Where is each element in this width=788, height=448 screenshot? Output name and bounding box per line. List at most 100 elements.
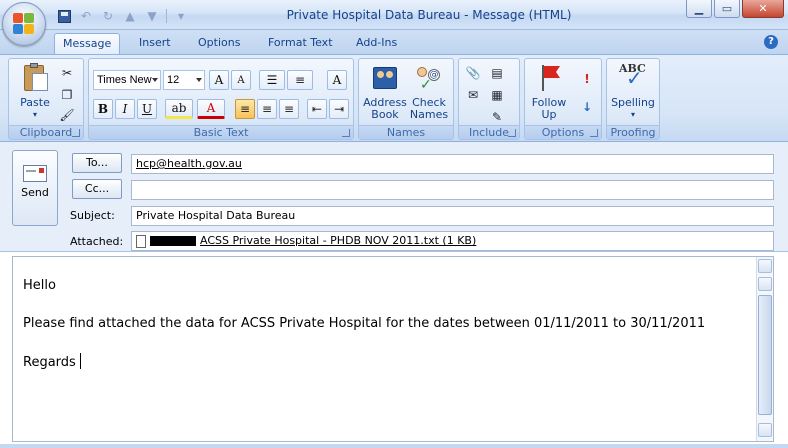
basic-text-label: Basic Text — [89, 125, 353, 139]
address-book-button[interactable]: Address Book — [361, 63, 409, 121]
down-arrow-icon[interactable]: ▼ — [144, 8, 160, 24]
font-size-value: 12 — [167, 74, 180, 86]
close-button[interactable]: ✕ — [742, 0, 784, 18]
font-color-button[interactable]: A — [197, 99, 225, 119]
to-button[interactable]: To... — [72, 153, 122, 173]
proofing-label: Proofing — [607, 125, 659, 139]
tab-insert[interactable]: Insert — [131, 33, 179, 54]
quick-access-toolbar: ↶ ↻ ▲ ▼ ▾ — [56, 7, 189, 25]
attach-item-icon[interactable]: ✉ — [463, 85, 483, 105]
tab-add-ins[interactable]: Add-Ins — [348, 33, 405, 54]
subject-label: Subject: — [70, 209, 115, 222]
attached-label: Attached: — [70, 235, 124, 248]
names-label: Names — [359, 125, 453, 139]
font-name-value: Times New — [97, 74, 152, 86]
proofing-group: ABC ✓ Spelling ▾ Proofing — [606, 58, 660, 140]
paste-icon — [20, 63, 50, 93]
grow-font-button[interactable]: A — [209, 70, 229, 90]
help-icon[interactable]: ? — [764, 35, 778, 49]
underline-button[interactable]: U — [137, 99, 157, 119]
cc-field[interactable] — [131, 180, 774, 200]
text-file-icon — [136, 234, 146, 248]
spelling-icon: ABC ✓ — [619, 62, 646, 90]
to-field[interactable]: hcp@health.gov.au — [131, 154, 774, 174]
bullets-button[interactable]: ☰ — [259, 70, 285, 90]
ruler-toggle-icon[interactable] — [758, 259, 772, 273]
message-body[interactable]: Hello Please find attached the data for … — [12, 256, 774, 442]
clipboard-group: Paste ▾ ✂ ❐ 🖌 Clipboard — [8, 58, 84, 140]
decrease-indent-button[interactable]: ⇤ — [307, 99, 327, 119]
calendar-icon[interactable]: ▦ — [487, 85, 507, 105]
office-button[interactable] — [2, 2, 46, 46]
send-button[interactable]: Send — [12, 150, 58, 226]
customize-qat-icon[interactable]: ▾ — [173, 8, 189, 24]
align-right-button[interactable]: ≡ — [279, 99, 299, 119]
maximize-button[interactable]: ▭ — [714, 0, 740, 18]
attachment-link[interactable]: ACSS Private Hospital - PHDB NOV 2011.tx… — [200, 232, 476, 250]
numbering-button[interactable]: ≡ — [287, 70, 313, 90]
business-card-icon[interactable]: ▤ — [487, 63, 507, 83]
body-greeting: Hello — [23, 278, 56, 293]
increase-indent-button[interactable]: ⇥ — [329, 99, 349, 119]
ribbon: Paste ▾ ✂ ❐ 🖌 Clipboard Times New 12 A A… — [0, 54, 788, 142]
office-logo-icon — [13, 13, 35, 35]
italic-button[interactable]: I — [115, 99, 135, 119]
cut-icon[interactable]: ✂ — [57, 63, 77, 83]
body-signoff: Regards — [23, 353, 81, 370]
include-launcher-icon[interactable] — [508, 129, 516, 137]
align-left-button[interactable]: ≡ — [235, 99, 255, 119]
send-label: Send — [21, 186, 49, 199]
shrink-font-button[interactable]: A — [231, 70, 251, 90]
body-signoff-text: Regards — [23, 355, 76, 370]
redacted-block — [150, 236, 196, 246]
spelling-button[interactable]: ABC ✓ Spelling ▾ — [609, 63, 657, 121]
vertical-scrollbar[interactable] — [756, 257, 773, 441]
scroll-thumb[interactable] — [758, 295, 772, 415]
signature-icon[interactable]: ✎ — [487, 107, 507, 127]
flag-icon — [534, 63, 564, 93]
address-book-icon — [370, 63, 400, 93]
follow-up-button[interactable]: Follow Up — [527, 63, 571, 121]
redo-icon[interactable]: ↻ — [100, 8, 116, 24]
tab-message[interactable]: Message — [54, 33, 121, 54]
attached-field[interactable]: ACSS Private Hospital - PHDB NOV 2011.tx… — [131, 231, 774, 251]
tab-format-text[interactable]: Format Text — [260, 33, 341, 54]
title-bar: ↶ ↻ ▲ ▼ ▾ Private Hospital Data Bureau -… — [0, 0, 788, 30]
font-name-combo[interactable]: Times New — [93, 70, 161, 90]
highlight-button[interactable]: ab — [165, 99, 193, 119]
scroll-down-button[interactable] — [758, 423, 772, 437]
window-controls: ▁ ▭ ✕ — [686, 0, 784, 18]
format-painter-icon[interactable]: 🖌 — [57, 105, 77, 125]
align-center-button[interactable]: ≡ — [257, 99, 277, 119]
address-book-label-2: Book — [371, 108, 399, 121]
attach-file-icon[interactable]: 📎 — [463, 63, 483, 83]
tab-options[interactable]: Options — [190, 33, 248, 54]
up-arrow-icon[interactable]: ▲ — [122, 8, 138, 24]
save-icon[interactable] — [56, 8, 72, 24]
check-names-icon: @ ✓ — [414, 63, 444, 93]
high-importance-icon[interactable]: ! — [577, 69, 597, 89]
bold-button[interactable]: B — [93, 99, 113, 119]
copy-icon[interactable]: ❐ — [57, 85, 77, 105]
basic-text-group: Times New 12 A A ☰ ≡ A B I U ab A ≡ ≡ ≡ … — [88, 58, 354, 140]
subject-field[interactable]: Private Hospital Data Bureau — [131, 206, 774, 226]
clipboard-launcher-icon[interactable] — [72, 129, 80, 137]
low-importance-icon[interactable]: ↓ — [577, 97, 597, 117]
ribbon-tabs: Message Insert Options Format Text Add-I… — [0, 30, 788, 54]
window-title: Private Hospital Data Bureau - Message (… — [286, 8, 572, 22]
spelling-label: Spelling — [611, 96, 655, 109]
check-names-label-2: Names — [409, 108, 449, 121]
cc-button[interactable]: Cc... — [72, 179, 122, 199]
paste-button[interactable]: Paste ▾ — [15, 63, 55, 121]
body-main-text: Please find attached the data for ACSS P… — [23, 316, 706, 331]
scroll-up-button[interactable] — [758, 277, 772, 291]
check-names-button[interactable]: @ ✓ Check Names — [407, 63, 451, 121]
minimize-button[interactable]: ▁ — [686, 0, 712, 18]
basic-text-launcher-icon[interactable] — [342, 129, 350, 137]
font-size-combo[interactable]: 12 — [163, 70, 205, 90]
undo-icon[interactable]: ↶ — [78, 8, 94, 24]
options-launcher-icon[interactable] — [590, 129, 598, 137]
send-envelope-icon — [23, 165, 47, 182]
styles-icon[interactable]: A — [327, 70, 347, 90]
paste-label: Paste — [20, 96, 50, 109]
